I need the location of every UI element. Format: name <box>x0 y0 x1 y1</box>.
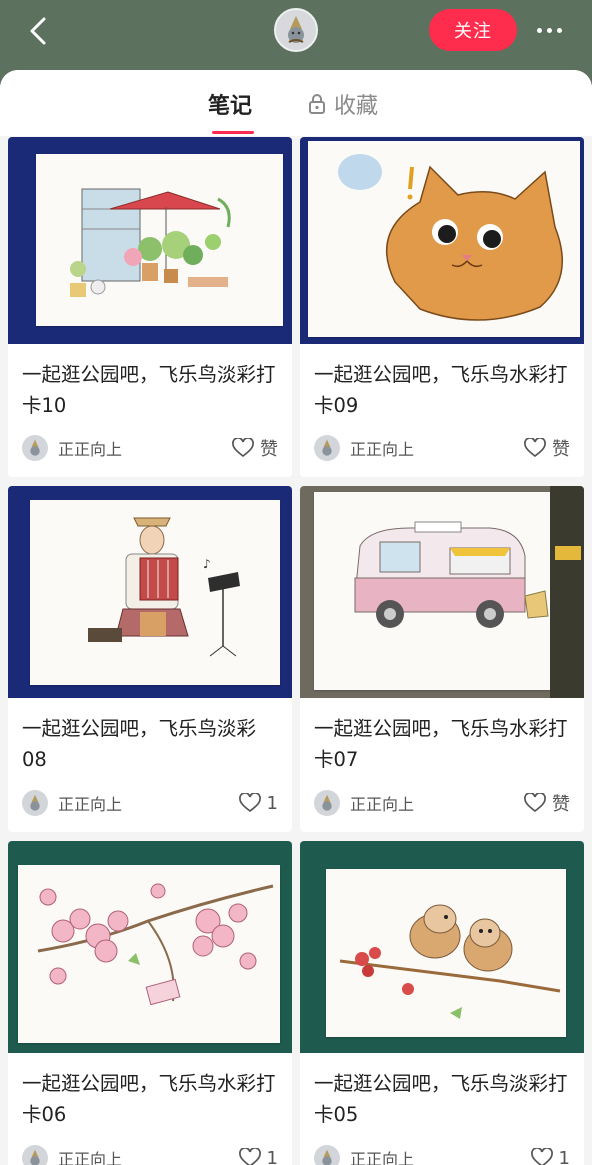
note-card[interactable]: 一起逛公园吧，飞乐鸟水彩打卡09 正正向上 赞 <box>300 137 584 477</box>
note-meta: 正正向上 1 <box>22 1143 278 1165</box>
tab-collections-label: 收藏 <box>334 94 379 119</box>
wizard-avatar-icon <box>322 439 332 456</box>
tab-notes[interactable]: 笔记 <box>208 86 254 134</box>
note-meta: 正正向上 1 <box>22 788 278 818</box>
note-title: 一起逛公园吧，飞乐鸟水彩打卡07 <box>314 717 568 771</box>
author-avatar[interactable] <box>22 790 48 816</box>
svg-text:♪: ♪ <box>203 557 211 571</box>
tab-notes-label: 笔记 <box>208 94 253 119</box>
note-image <box>300 486 584 698</box>
top-bar: 关注 <box>0 0 592 70</box>
note-image <box>8 137 292 344</box>
ice-cream-van-illustration <box>354 486 584 698</box>
lock-icon <box>309 94 325 114</box>
note-title: 一起逛公园吧，飞乐鸟水彩打卡09 <box>314 363 568 417</box>
like-count: 赞 <box>260 439 278 460</box>
chevron-left-icon <box>30 17 46 45</box>
follow-button[interactable]: 关注 <box>429 9 517 51</box>
like-count: 1 <box>266 1147 278 1165</box>
birds-on-branch-illustration <box>339 904 561 1019</box>
note-meta: 正正向上 赞 <box>22 433 278 463</box>
note-meta: 正正向上 赞 <box>314 433 570 463</box>
note-card[interactable]: 一起逛公园吧，飞乐鸟水彩打卡06 正正向上 1 <box>8 841 292 1165</box>
heart-icon <box>524 793 546 813</box>
author-name[interactable]: 正正向上 <box>58 791 122 815</box>
like-button[interactable]: 1 <box>238 792 278 814</box>
heart-icon <box>524 438 546 458</box>
like-button[interactable]: 赞 <box>524 790 570 816</box>
wizard-avatar-icon <box>322 1149 332 1165</box>
tab-collections[interactable]: 收藏 <box>308 86 378 122</box>
like-count: 赞 <box>552 439 570 460</box>
wizard-avatar-icon <box>322 794 332 811</box>
author-avatar[interactable] <box>22 1145 48 1165</box>
like-button[interactable]: 1 <box>238 1147 278 1165</box>
author-name[interactable]: 正正向上 <box>58 1146 122 1165</box>
note-card[interactable]: 一起逛公园吧，飞乐鸟淡彩打卡05 正正向上 1 <box>300 841 584 1165</box>
heart-icon <box>530 1148 553 1165</box>
note-card[interactable]: 一起逛公园吧，飞乐鸟水彩打卡07 正正向上 赞 <box>300 486 584 832</box>
profile-sheet: 笔记 收藏 一起逛公园吧，飞乐鸟淡彩打卡10 正正向上 赞 一起逛公园吧，飞乐鸟… <box>0 70 592 1165</box>
author-avatar[interactable] <box>314 790 340 816</box>
like-button[interactable]: 1 <box>530 1147 570 1165</box>
like-count: 赞 <box>552 794 570 815</box>
note-title: 一起逛公园吧，飞乐鸟水彩打卡06 <box>22 1072 276 1126</box>
wizard-avatar-icon <box>30 794 40 811</box>
note-image <box>300 841 584 1053</box>
back-button[interactable] <box>22 12 54 50</box>
cherry-blossom-illustration <box>37 883 274 1006</box>
note-image <box>300 137 584 344</box>
wizard-avatar-icon <box>30 1149 40 1165</box>
author-avatar[interactable] <box>314 1145 340 1165</box>
heart-icon <box>238 1148 261 1165</box>
accordion-player-illustration: ♪ <box>88 517 240 657</box>
like-button[interactable]: 赞 <box>232 435 278 461</box>
garden-cafe-illustration <box>70 188 231 297</box>
author-name[interactable]: 正正向上 <box>350 436 414 460</box>
note-meta: 正正向上 1 <box>314 1143 570 1165</box>
author-name[interactable]: 正正向上 <box>58 436 122 460</box>
note-title: 一起逛公园吧，飞乐鸟淡彩打卡05 <box>314 1072 568 1126</box>
like-count: 1 <box>558 1147 570 1165</box>
like-count: 1 <box>266 792 278 814</box>
cat-illustration <box>338 154 563 321</box>
author-avatar[interactable] <box>314 435 340 461</box>
note-card[interactable]: 一起逛公园吧，飞乐鸟淡彩打卡10 正正向上 赞 <box>8 137 292 477</box>
avatar[interactable] <box>274 8 318 52</box>
note-image: ♪ <box>8 486 292 698</box>
note-title: 一起逛公园吧，飞乐鸟淡彩打卡10 <box>22 363 276 417</box>
author-name[interactable]: 正正向上 <box>350 791 414 815</box>
wizard-avatar-icon <box>30 439 40 456</box>
note-card[interactable]: ♪ 一起逛公园吧，飞乐鸟淡彩08 正正向上 1 <box>8 486 292 832</box>
active-tab-indicator <box>212 131 254 134</box>
heart-icon <box>238 793 261 813</box>
note-title: 一起逛公园吧，飞乐鸟淡彩08 <box>22 717 257 771</box>
author-avatar[interactable] <box>22 435 48 461</box>
note-image <box>8 841 292 1053</box>
more-options-icon[interactable] <box>532 17 566 43</box>
heart-icon <box>232 438 254 458</box>
wizard-avatar-icon <box>288 16 304 43</box>
note-meta: 正正向上 赞 <box>314 788 570 818</box>
author-name[interactable]: 正正向上 <box>350 1146 414 1165</box>
like-button[interactable]: 赞 <box>524 435 570 461</box>
tab-bar: 笔记 收藏 <box>0 70 592 136</box>
